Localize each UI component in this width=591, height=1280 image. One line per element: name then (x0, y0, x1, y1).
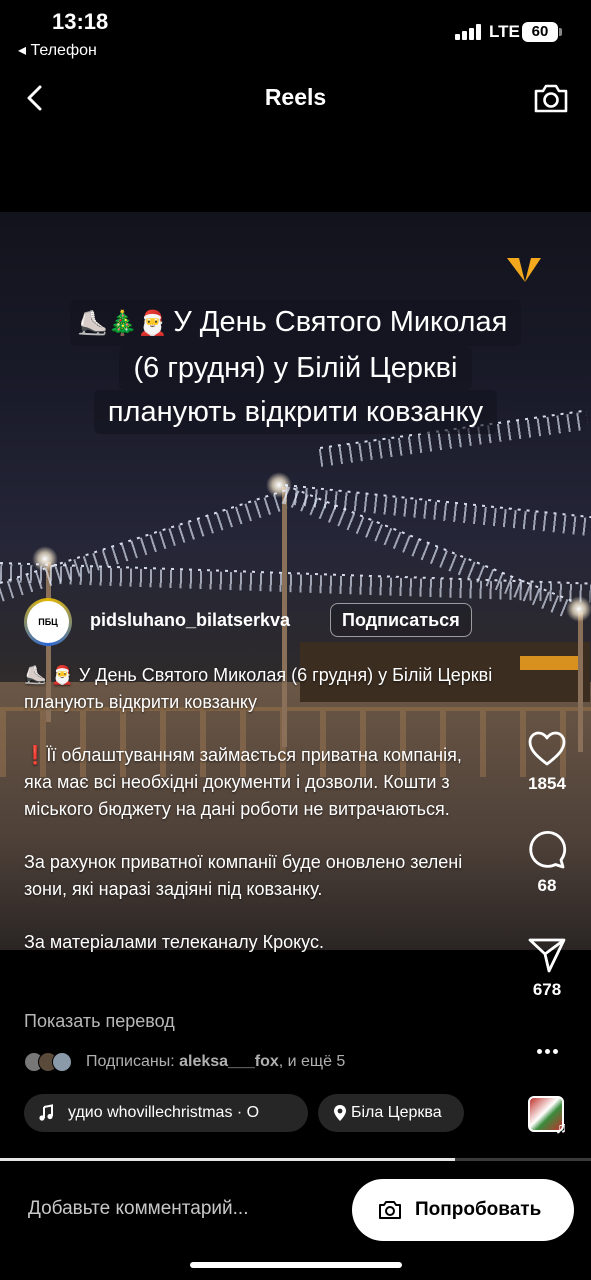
follower-avatar (52, 1052, 72, 1072)
music-note-icon (39, 1104, 53, 1121)
followed-by-text: Подписаны: aleksa___fox, и ещё 5 (86, 1053, 346, 1070)
like-button[interactable]: 1854 (492, 730, 591, 794)
camera-button[interactable] (531, 78, 571, 118)
avatar[interactable]: ПБЦ (24, 598, 72, 646)
description-paragraph: ⛸️ 🎅 У День Святого Миколая (6 грудня) у… (24, 665, 493, 712)
signal-icon (455, 24, 483, 40)
post-description[interactable]: ⛸️ 🎅 У День Святого Миколая (6 грудня) у… (24, 662, 494, 982)
home-indicator (190, 1262, 402, 1268)
description-paragraph: За рахунок приватної компанії буде оновл… (24, 852, 463, 899)
comment-input[interactable]: Добавьте комментарий... (28, 1198, 248, 1220)
status-time: 13:18 (52, 9, 109, 34)
audio-chip-label: удио whovillechristmas · О (68, 1104, 260, 1121)
network-type: LTE (489, 22, 520, 41)
brand-logo (507, 258, 541, 282)
author-username[interactable]: pidsluhano_bilatserkva (90, 610, 290, 631)
location-chip[interactable]: Біла Церква (318, 1094, 464, 1132)
caption-emoji: ⛸️🎄🎅 (77, 310, 168, 337)
paper-plane-icon (528, 938, 566, 973)
like-count: 1854 (528, 774, 566, 793)
description-paragraph: ❗Її облаштуванням займається приватна ко… (24, 745, 462, 819)
video-progress-bar[interactable] (0, 1158, 591, 1161)
comment-count: 68 (537, 876, 557, 895)
location-chip-label: Біла Церква (351, 1104, 442, 1121)
reels-header: Reels (0, 72, 591, 124)
comment-icon (529, 831, 567, 869)
comment-button[interactable]: 68 (492, 830, 591, 896)
more-options-icon[interactable] (537, 1049, 559, 1055)
caption-line: У День Святого Миколая (173, 306, 508, 338)
subscribe-button[interactable]: Подписаться (330, 603, 472, 637)
back-to-app-link[interactable]: ◂ Телефон (18, 40, 97, 60)
try-button-label: Попробовать (415, 1199, 542, 1220)
share-count: 678 (532, 980, 562, 999)
caption-line: (6 грудня) у Білій Церкві (119, 346, 472, 390)
audio-chip[interactable]: удио whovillechristmas · О (24, 1094, 308, 1132)
status-bar: 13:18 ◂ Телефон LTE 60 (0, 0, 591, 70)
camera-icon (379, 1201, 401, 1219)
show-translation-link[interactable]: Показать перевод (24, 1011, 175, 1032)
page-title: Reels (264, 84, 327, 110)
video-progress-fill (0, 1158, 456, 1161)
try-button[interactable]: Попробовать (352, 1179, 574, 1241)
description-paragraph: За матеріалами телеканалу Крокус. (24, 932, 324, 952)
caption-line: планують відкрити ковзанку (93, 390, 498, 434)
share-button[interactable]: 678 (492, 936, 591, 1000)
camera-icon (534, 84, 568, 113)
heart-icon (528, 731, 566, 766)
music-note-icon: ♫ (555, 1120, 567, 1137)
battery-icon: 60 (522, 22, 562, 42)
avatar-label: ПБЦ (27, 601, 69, 643)
string-lights (0, 564, 591, 603)
video-caption: ⛸️🎄🎅 У День Святого Миколая (6 грудня) у … (0, 300, 591, 434)
location-pin-icon (334, 1105, 346, 1121)
